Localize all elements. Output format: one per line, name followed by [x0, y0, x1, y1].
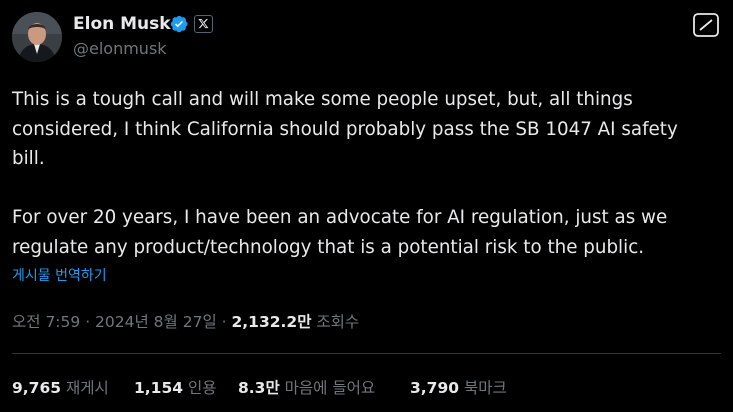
likes-count: 8.3만	[238, 379, 280, 397]
bookmarks-count: 3,790	[410, 379, 460, 397]
tweet-time[interactable]: 오전 7:59	[12, 313, 80, 331]
tweet-date[interactable]: 2024년 8월 27일	[95, 313, 217, 331]
likes-label: 마음에 들어요	[279, 379, 376, 397]
reposts-label: 재게시	[61, 379, 109, 397]
x-logo-icon[interactable]	[194, 15, 213, 33]
views-label: 조회수	[311, 313, 360, 331]
views-count: 2,132.2만	[231, 313, 312, 331]
meta-separator: ·	[216, 313, 232, 331]
reposts-stat[interactable]: 9,765 재게시	[12, 377, 109, 399]
reposts-count: 9,765	[12, 379, 62, 397]
quotes-label: 인용	[183, 379, 217, 397]
quotes-stat[interactable]: 1,154 인용	[134, 377, 216, 399]
author-name[interactable]: Elon Musk	[73, 13, 171, 35]
bookmarks-label: 북마크	[459, 379, 507, 397]
avatar[interactable]	[12, 12, 62, 62]
meta-separator: ·	[80, 313, 96, 331]
tweet-meta: 오전 7:59 · 2024년 8월 27일 · 2,132.2만 조회수	[12, 311, 359, 333]
divider	[12, 353, 721, 354]
bookmarks-stat[interactable]: 3,790 북마크	[410, 377, 507, 399]
author-handle[interactable]: @elonmusk	[73, 39, 167, 59]
likes-stat[interactable]: 8.3만 마음에 들어요	[238, 377, 375, 399]
translate-post-link[interactable]: 게시물 번역하기	[12, 266, 107, 286]
quotes-count: 1,154	[134, 379, 184, 397]
tweet-text: This is a tough call and will make some …	[12, 89, 678, 258]
verified-badge-icon[interactable]	[169, 14, 189, 34]
grok-icon[interactable]	[693, 13, 719, 37]
